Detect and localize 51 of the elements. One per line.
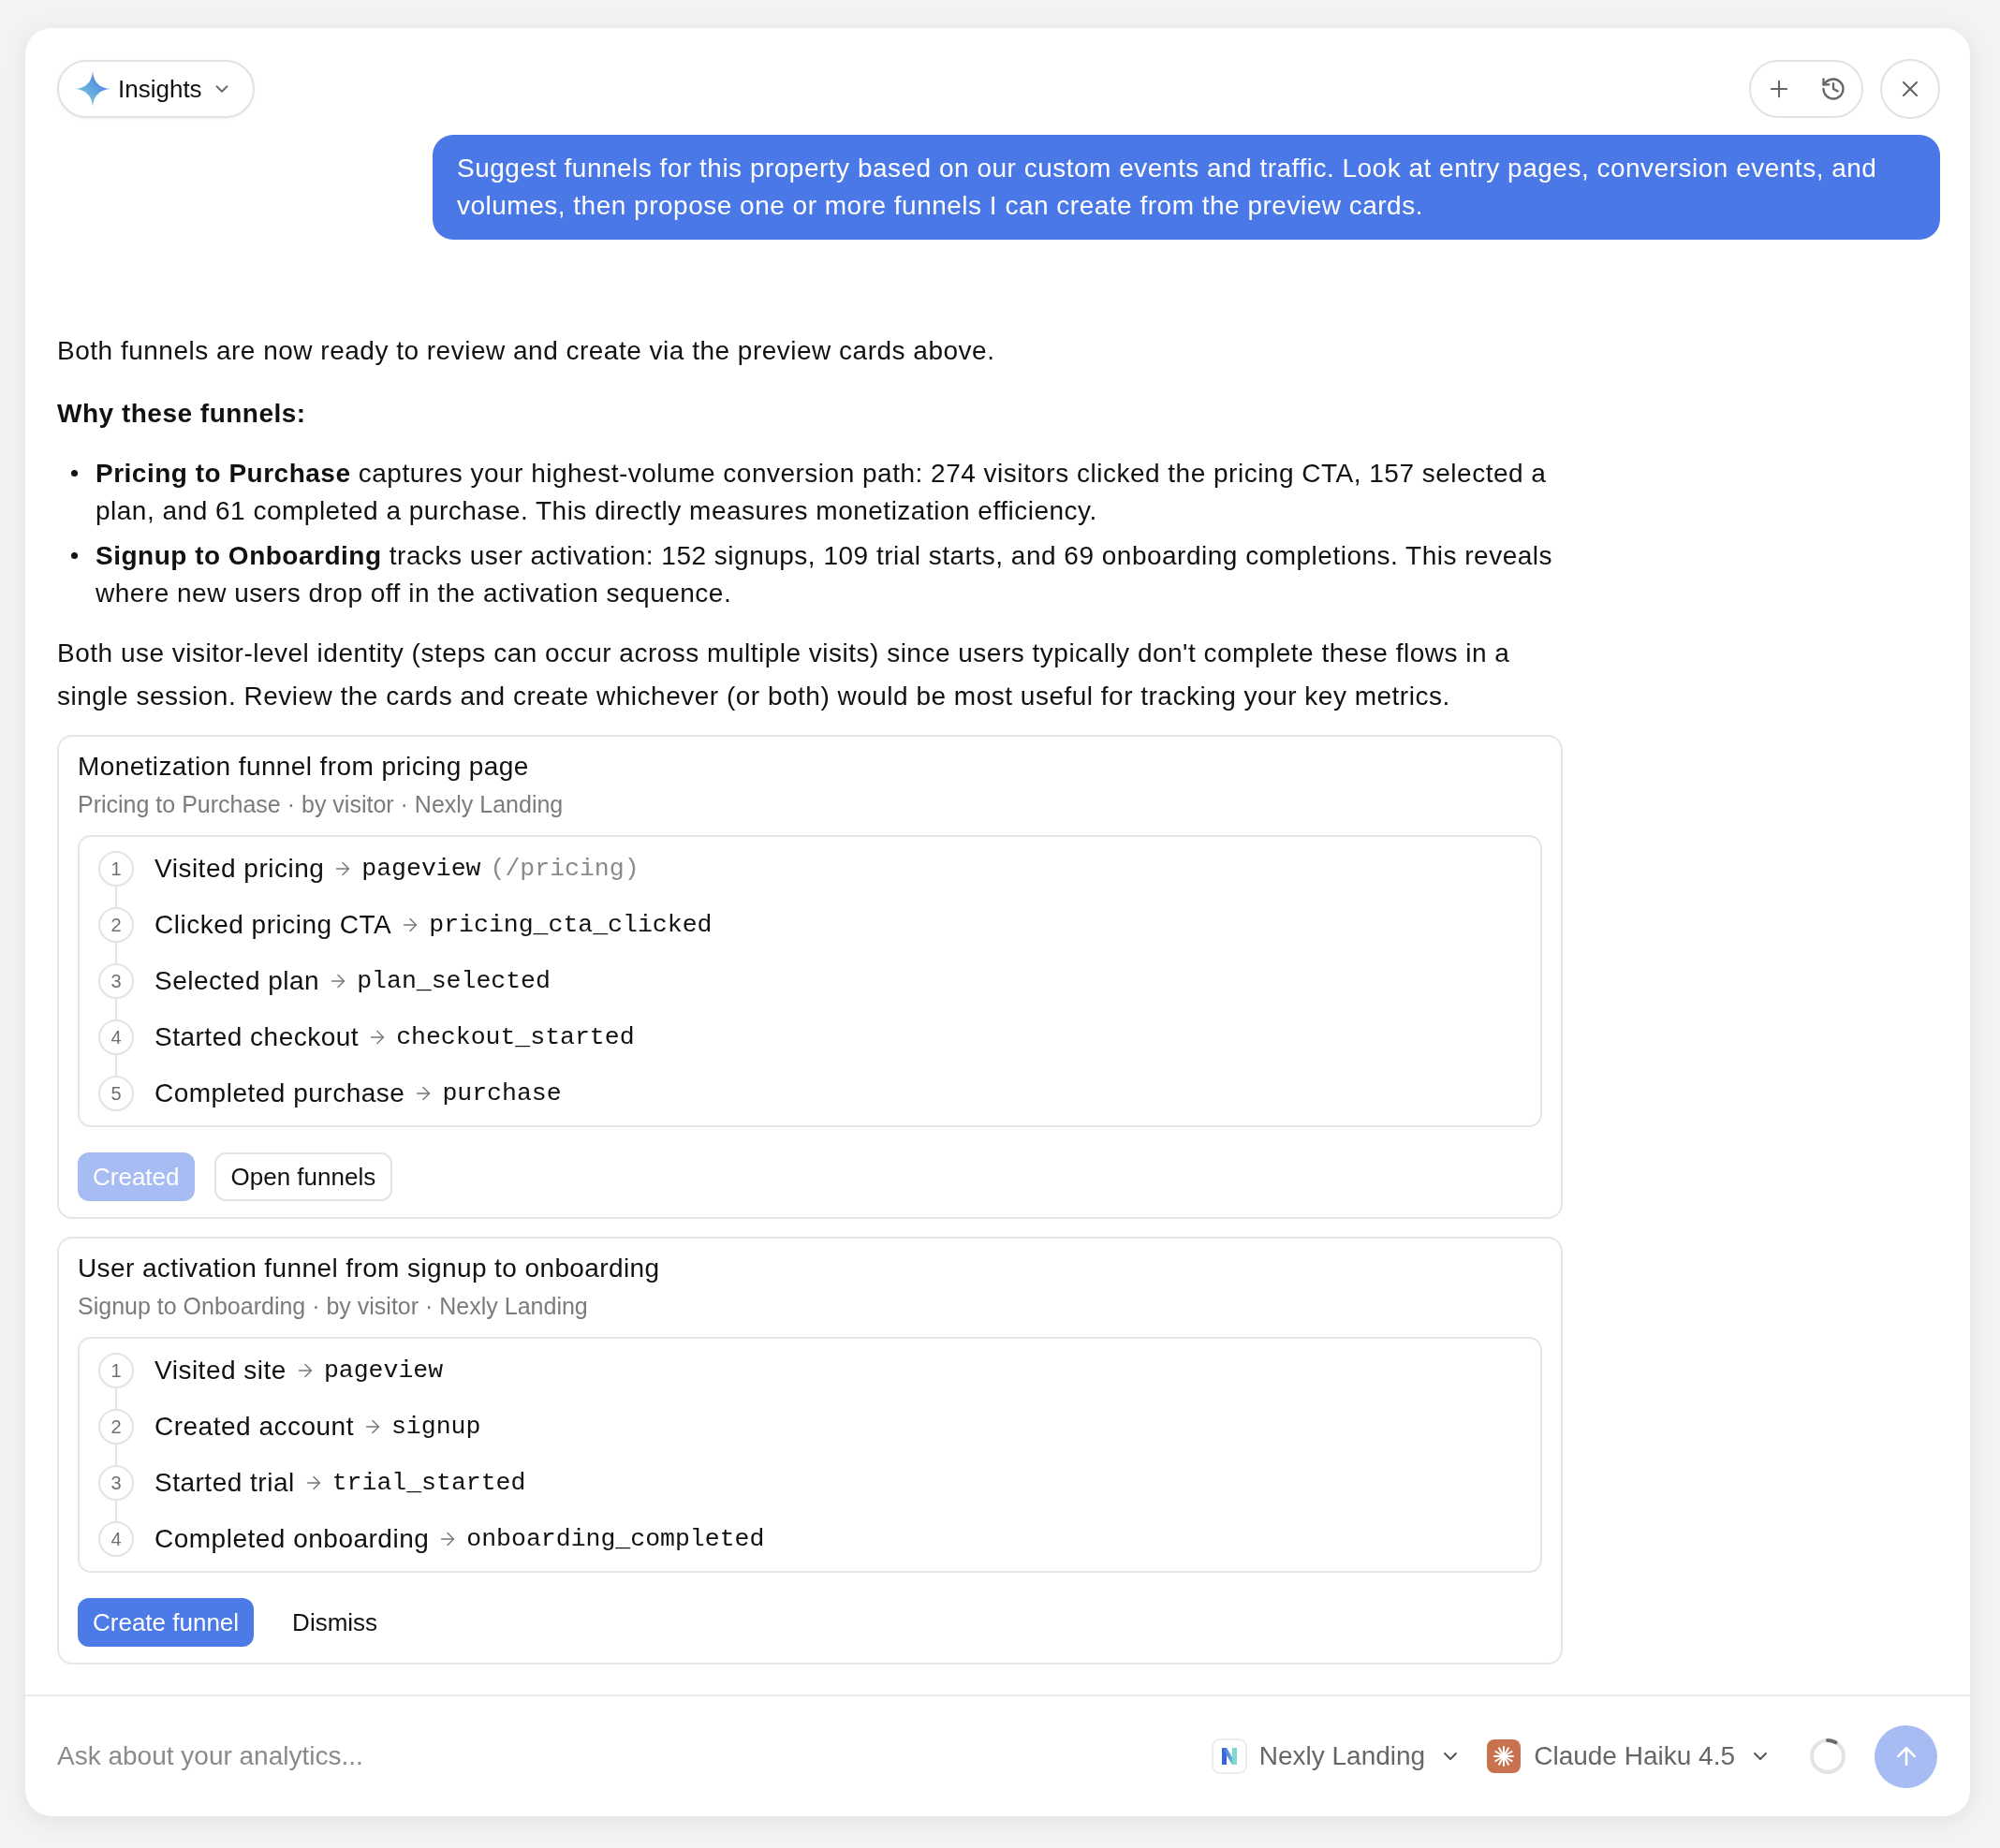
step-label: Visited pricing [154, 853, 325, 885]
history-icon [1820, 76, 1846, 102]
card-title: Monetization funnel from pricing page [78, 751, 530, 783]
step-number: 4 [98, 1019, 134, 1055]
event-name: onboarding_completed [466, 1524, 765, 1555]
event-name: pageview [323, 1356, 444, 1386]
step-number: 2 [98, 1409, 134, 1445]
history-button[interactable] [1820, 76, 1846, 102]
event-name: plan_selected [357, 966, 551, 997]
secondary-button[interactable]: Dismiss [273, 1598, 397, 1647]
insights-dropdown[interactable]: Insights [57, 60, 255, 118]
logo-icon [1211, 1738, 1247, 1774]
model-selector[interactable]: Claude Haiku 4.5 [1487, 1737, 1772, 1776]
starburst-logo-icon [1487, 1739, 1522, 1773]
event-name: signup [390, 1412, 481, 1443]
step-label: Selected plan [154, 965, 320, 997]
step-number: 2 [98, 907, 134, 943]
step-label: Completed onboarding [154, 1523, 430, 1555]
step-number: 3 [98, 1465, 134, 1501]
card-subtitle: Pricing to Purchase · by visitor · Nexly Landing [78, 790, 565, 819]
step-label: Visited site [154, 1355, 287, 1386]
message-paragraph: Both use visitor-level identity (steps can occur across multiple visits) since users typically don't complete these flows in a single session. Review the cards and create whichever (or both) would be most useful for tracking your key metrics. [57, 638, 1511, 712]
card-title: User activation funnel from signup to onboarding [78, 1253, 661, 1284]
message-heading: Why these funnels: [57, 398, 307, 430]
bullet-text: Pricing to Purchase captures your highest-volume conversion path: 274 visitors clicked the pricing CTA, 157 selected a plan, and 61 completed a purchase. This directly measures monetization efficiency. [96, 458, 1548, 527]
event-name: purchase [442, 1078, 562, 1109]
step-label: Clicked pricing CTA [154, 909, 392, 941]
sparkle-icon [74, 70, 111, 108]
message-paragraph: Both funnels are now ready to review and create via the preview cards above. [57, 335, 996, 367]
property-selector[interactable]: Nexly Landing [1211, 1737, 1463, 1776]
step-label: Started trial [154, 1467, 295, 1499]
loading-spinner-icon [1809, 1738, 1846, 1775]
event-name: trial_started [331, 1468, 526, 1499]
secondary-button[interactable]: Open funnels [213, 1152, 393, 1201]
user-message-bubble: Suggest funnels for this property based on our custom events and traffic. Look at entry pages, conversion events, and volumes, then propose one or more funnels I can create from the preview cards. [433, 135, 1940, 240]
primary-button[interactable]: Create funnel [78, 1598, 255, 1647]
event-name: checkout_started [396, 1022, 635, 1053]
step-number: 1 [98, 851, 134, 887]
event-name: pageview [361, 854, 481, 885]
step-label: Created account [154, 1411, 354, 1443]
chat-input[interactable]: Ask about your analytics... [57, 1733, 1212, 1780]
step-number: 4 [98, 1521, 134, 1557]
step-number: 1 [98, 1353, 134, 1388]
event-name: pricing_cta_clicked [429, 910, 713, 941]
card-subtitle: Signup to Onboarding · by visitor · Nexly Landing [78, 1292, 589, 1321]
event-detail: (/pricing) [490, 854, 640, 885]
step-number: 3 [98, 963, 134, 999]
step-number: 5 [98, 1076, 134, 1111]
step-label: Started checkout [154, 1021, 360, 1053]
bullet-text: Signup to Onboarding tracks user activation: 152 signups, 109 trial starts, and 69 onboarding completions. This reveals where new users drop off in the activation sequence. [96, 540, 1554, 609]
step-label: Completed purchase [154, 1078, 405, 1109]
